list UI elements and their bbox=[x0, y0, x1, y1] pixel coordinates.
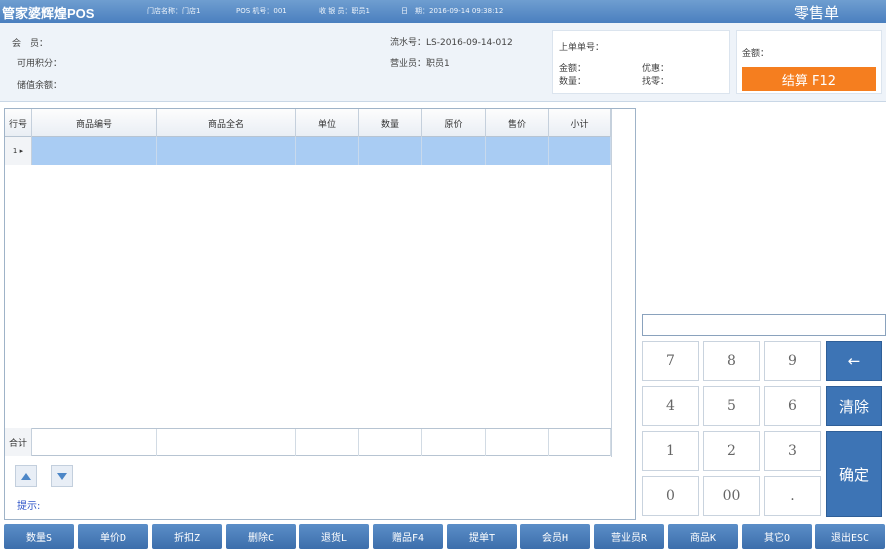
col-header-subtotal[interactable]: 小计 bbox=[549, 109, 611, 137]
quantity-label: 数量： bbox=[559, 77, 587, 87]
discount-label: 优惠： bbox=[642, 64, 670, 74]
fn-salesperson-button[interactable]: 营业员R bbox=[594, 524, 664, 549]
key-3[interactable]: 3 bbox=[764, 431, 821, 471]
total-amount-label: 金额： bbox=[742, 49, 770, 59]
app-title: 管家婆辉煌POS bbox=[2, 6, 95, 21]
total-row bbox=[5, 428, 611, 456]
fn-gift-button[interactable]: 赠品F4 bbox=[373, 524, 443, 549]
serial-number: 流水号：LS-2016-09-14-012 bbox=[390, 38, 513, 48]
fn-member-button[interactable]: 会员H bbox=[520, 524, 590, 549]
document-type: 零售单 bbox=[794, 5, 840, 22]
backspace-key[interactable]: ← bbox=[826, 341, 882, 381]
change-label: 找零： bbox=[642, 77, 670, 87]
fn-quantity-button[interactable]: 数量S bbox=[4, 524, 74, 549]
balance-label: 储值余额： bbox=[17, 81, 63, 91]
clear-key[interactable]: 清除 bbox=[826, 386, 882, 426]
fn-delete-button[interactable]: 删除C bbox=[226, 524, 296, 549]
key-dot[interactable]: . bbox=[764, 476, 821, 516]
total-cell-subtotal bbox=[549, 429, 611, 456]
table-row[interactable] bbox=[5, 137, 611, 165]
col-header-row-no: 行号 bbox=[5, 109, 32, 137]
cell-price[interactable] bbox=[486, 137, 549, 165]
scroll-up-button[interactable] bbox=[15, 465, 37, 487]
key-7[interactable]: 7 bbox=[642, 341, 699, 381]
grid-right-border bbox=[611, 109, 612, 457]
key-5[interactable]: 5 bbox=[703, 386, 760, 426]
col-header-code[interactable]: 商品编号 bbox=[32, 109, 157, 137]
keypad-input[interactable] bbox=[642, 314, 886, 336]
salesperson: 营业员：职员1 bbox=[390, 59, 450, 69]
key-4[interactable]: 4 bbox=[642, 386, 699, 426]
fn-exit-button[interactable]: 退出ESC bbox=[815, 524, 885, 549]
key-1[interactable]: 1 bbox=[642, 431, 699, 471]
product-grid: 行号 商品编号 商品全名 单位 数量 原价 售价 小计 1 ▸ 合计 提示: bbox=[4, 108, 636, 520]
total-cell-price bbox=[486, 429, 549, 456]
key-00[interactable]: 00 bbox=[703, 476, 760, 516]
cell-unit[interactable] bbox=[296, 137, 359, 165]
key-8[interactable]: 8 bbox=[703, 341, 760, 381]
cell-name[interactable] bbox=[157, 137, 296, 165]
total-cell-unit bbox=[296, 429, 359, 456]
grid-header: 行号 商品编号 商品全名 单位 数量 原价 售价 小计 bbox=[5, 109, 611, 137]
hint-label: 提示: bbox=[17, 501, 41, 512]
total-label: 合计 bbox=[5, 428, 32, 456]
arrow-down-icon bbox=[57, 472, 67, 480]
cell-original-price[interactable] bbox=[422, 137, 486, 165]
datetime: 日 期：2016-09-14 09:38:12 bbox=[401, 7, 504, 15]
store-name: 门店名称：门店1 bbox=[147, 7, 201, 15]
col-header-quantity[interactable]: 数量 bbox=[359, 109, 422, 137]
total-cell-name bbox=[157, 429, 296, 456]
fn-unit-price-button[interactable]: 单价D bbox=[78, 524, 148, 549]
fn-other-button[interactable]: 其它O bbox=[742, 524, 812, 549]
fn-product-button[interactable]: 商品K bbox=[668, 524, 738, 549]
col-header-price[interactable]: 售价 bbox=[486, 109, 549, 137]
total-cell-quantity bbox=[359, 429, 422, 456]
last-order-label: 上单单号： bbox=[559, 43, 605, 53]
confirm-key[interactable]: 确定 bbox=[826, 431, 882, 517]
total-cell-code bbox=[32, 429, 157, 456]
col-header-name[interactable]: 商品全名 bbox=[157, 109, 296, 137]
amount-label: 金额： bbox=[559, 64, 587, 74]
arrow-up-icon bbox=[21, 472, 31, 480]
col-header-original-price[interactable]: 原价 bbox=[422, 109, 486, 137]
scroll-down-button[interactable] bbox=[51, 465, 73, 487]
fn-pickup-button[interactable]: 提单T bbox=[447, 524, 517, 549]
settle-button[interactable]: 结算 F12 bbox=[742, 67, 876, 91]
key-6[interactable]: 6 bbox=[764, 386, 821, 426]
cell-quantity[interactable] bbox=[359, 137, 422, 165]
key-9[interactable]: 9 bbox=[764, 341, 821, 381]
row-number: 1 ▸ bbox=[5, 137, 32, 165]
member-label[interactable]: 会 员： bbox=[12, 36, 48, 49]
fn-discount-button[interactable]: 折扣Z bbox=[152, 524, 222, 549]
points-label: 可用积分： bbox=[17, 59, 63, 69]
pos-window: 管家婆辉煌POS 门店名称：门店1 POS 机号：001 收 银 员：职员1 日… bbox=[0, 0, 886, 553]
title-bar: 管家婆辉煌POS 门店名称：门店1 POS 机号：001 收 银 员：职员1 日… bbox=[0, 0, 886, 23]
function-bar: 数量S 单价D 折扣Z 删除C 退货L 赠品F4 提单T 会员H 营业员R 商品… bbox=[0, 524, 886, 553]
total-cell-original-price bbox=[422, 429, 486, 456]
col-header-unit[interactable]: 单位 bbox=[296, 109, 359, 137]
cell-subtotal[interactable] bbox=[549, 137, 611, 165]
key-0[interactable]: 0 bbox=[642, 476, 699, 516]
fn-return-button[interactable]: 退货L bbox=[299, 524, 369, 549]
cashier-name: 收 银 员：职员1 bbox=[319, 7, 370, 15]
pos-number: POS 机号：001 bbox=[236, 7, 287, 15]
key-2[interactable]: 2 bbox=[703, 431, 760, 471]
cell-code[interactable] bbox=[32, 137, 157, 165]
